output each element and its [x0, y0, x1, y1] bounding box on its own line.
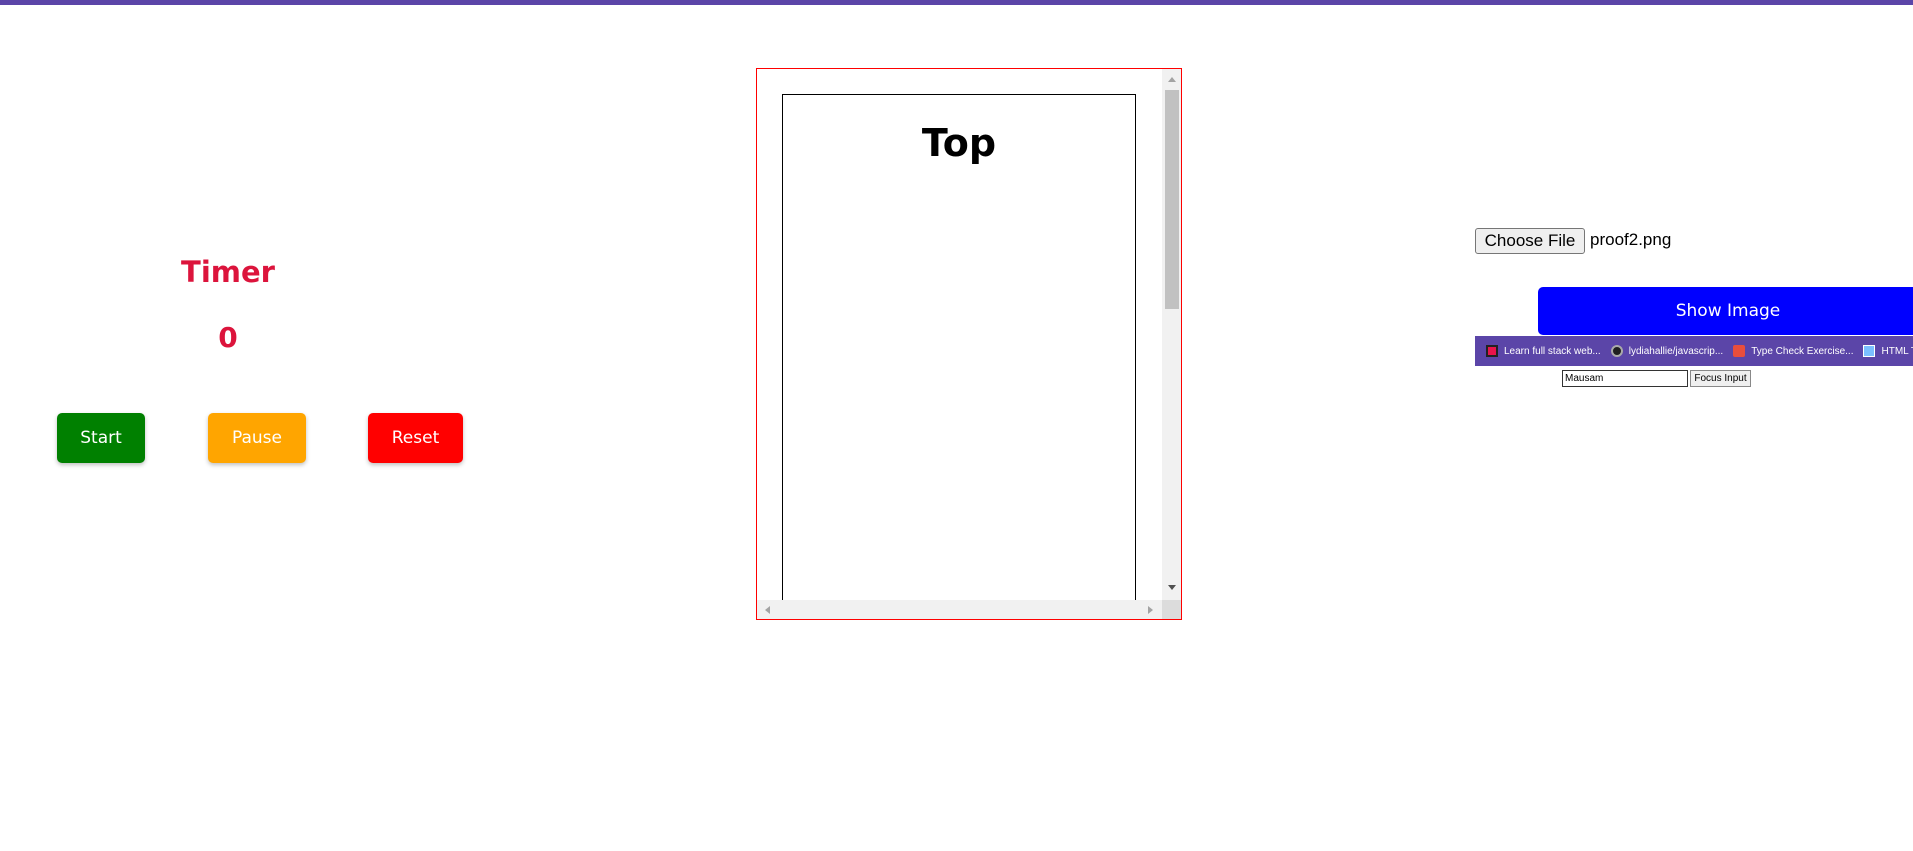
preview-text-input: Mausam: [1562, 370, 1688, 387]
bookmark-label: Type Check Exercise...: [1751, 345, 1854, 357]
scroll-down-arrow-icon[interactable]: [1168, 585, 1176, 590]
bookmark-label: HTML Tutorials | B: [1881, 345, 1913, 357]
scroll-container[interactable]: Top: [756, 68, 1182, 620]
preview-focus-button: Focus Input: [1690, 370, 1751, 387]
bookmark-item: lydiahallie/javascrip...: [1610, 345, 1724, 357]
html-icon: [1863, 345, 1876, 357]
timer-title: Timer: [181, 255, 275, 289]
scroll-content: Top: [782, 94, 1136, 614]
bookmark-label: lydiahallie/javascrip...: [1628, 345, 1724, 357]
bookmark-label: Learn full stack web...: [1504, 345, 1601, 357]
show-image-button[interactable]: Show Image: [1538, 287, 1913, 335]
reset-button[interactable]: Reset: [368, 413, 463, 463]
lb-logo-icon: [1486, 345, 1498, 357]
preview-image: Learn full stack web... lydiahallie/java…: [1475, 336, 1913, 390]
start-button[interactable]: Start: [57, 413, 145, 463]
vertical-scrollbar[interactable]: [1162, 69, 1181, 600]
scroll-heading: Top: [921, 121, 997, 165]
pause-button[interactable]: Pause: [208, 413, 306, 463]
scroll-left-arrow-icon[interactable]: [765, 606, 770, 614]
bookmark-item: Learn full stack web...: [1486, 345, 1601, 357]
choose-file-button[interactable]: Choose File: [1475, 228, 1585, 254]
github-icon: [1610, 345, 1623, 357]
bookmark-item: Type Check Exercise...: [1733, 345, 1853, 357]
vertical-scroll-thumb[interactable]: [1165, 90, 1179, 309]
top-accent-bar: [0, 0, 1913, 5]
scroll-right-arrow-icon[interactable]: [1148, 606, 1153, 614]
scroll-up-arrow-icon[interactable]: [1168, 77, 1176, 82]
scrollbar-corner: [1162, 600, 1181, 619]
geeksforgeeks-icon: [1733, 345, 1746, 357]
bookmarks-bar: Learn full stack web... lydiahallie/java…: [1475, 336, 1913, 366]
bookmark-item: HTML Tutorials | B: [1863, 345, 1913, 357]
selected-file-name: proof2.png: [1590, 230, 1672, 249]
horizontal-scrollbar[interactable]: [757, 600, 1162, 619]
timer-value: 0: [218, 321, 238, 354]
